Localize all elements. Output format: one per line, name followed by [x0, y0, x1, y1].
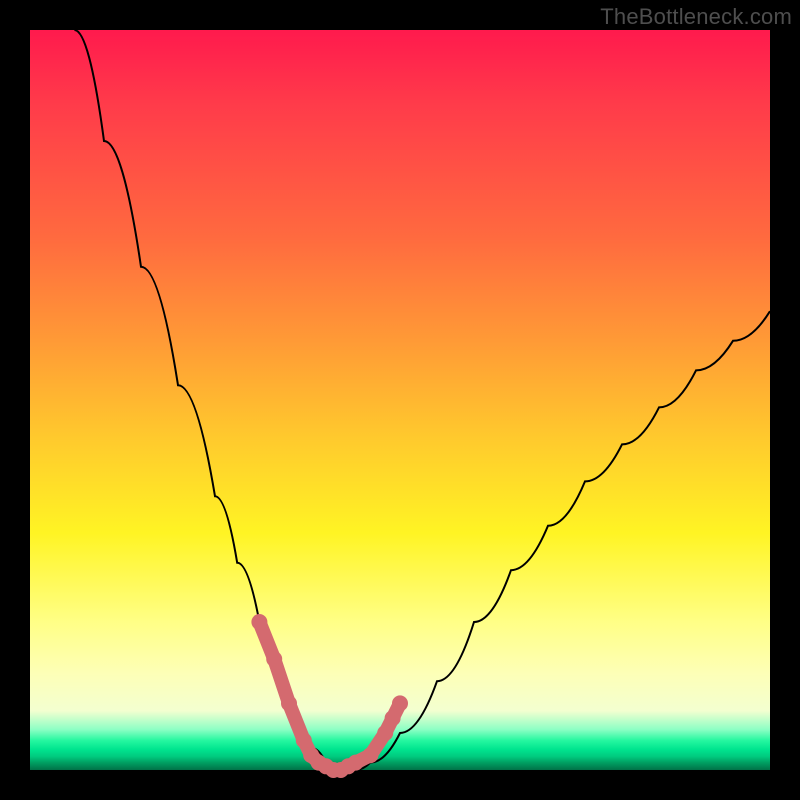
bottleneck-curve	[74, 30, 770, 770]
marker-dot	[385, 710, 401, 726]
plot-area	[30, 30, 770, 770]
marker-dot	[362, 747, 378, 763]
curve-layer	[30, 30, 770, 770]
marker-dot	[348, 755, 364, 771]
highlight-markers	[251, 614, 408, 778]
marker-dot	[392, 695, 408, 711]
watermark-text: TheBottleneck.com	[600, 4, 792, 30]
marker-dot	[377, 725, 393, 741]
chart-frame: TheBottleneck.com	[0, 0, 800, 800]
marker-connector	[259, 622, 400, 770]
marker-dot	[281, 695, 297, 711]
marker-dot	[266, 651, 282, 667]
curve-path	[74, 30, 770, 770]
marker-dot	[251, 614, 267, 630]
marker-dot	[296, 732, 312, 748]
